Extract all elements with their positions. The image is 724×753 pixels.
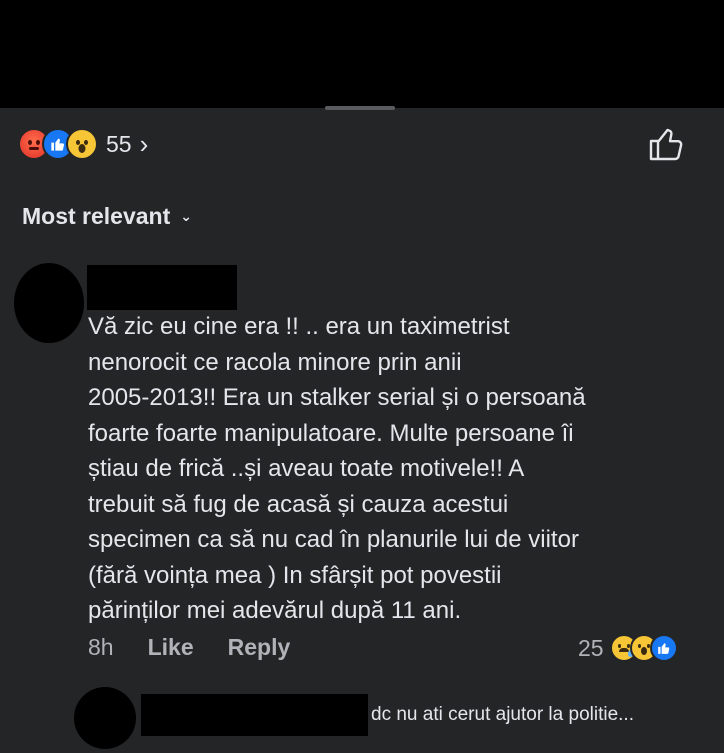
chevron-right-icon[interactable]: › [140,129,149,160]
angry-mouth [29,147,39,150]
comment-reactions[interactable]: 25 [578,634,678,662]
reply-preview[interactable]: dc nu ati cerut ajutor la politie... [371,704,634,726]
comment-reaction-count: 25 [578,634,604,661]
chevron-down-icon: ⌄ [180,208,192,224]
redacted-author-name[interactable] [87,265,237,310]
wow-eye-right [84,140,88,145]
like-outline-button[interactable] [646,124,686,164]
reply-button[interactable]: Reply [228,634,291,661]
sort-label: Most relevant [22,203,171,229]
wow-mouth [78,144,86,153]
like-button[interactable]: Like [148,634,194,661]
wow-reaction-icon [66,128,98,160]
redacted-reply-author-name[interactable] [141,694,368,736]
angry-eye-left [28,140,32,145]
thumbs-up-icon [51,138,65,151]
sad-mouth [618,648,629,652]
angry-eye-right [36,140,40,145]
wow-mouth [640,647,647,655]
comment-time: 8h [88,634,114,660]
thumbs-up-icon [657,643,669,654]
avatar[interactable] [14,263,84,343]
reaction-count[interactable]: 55 [106,131,132,158]
comment-body: Vă zic eu cine era !! .. era un taximetr… [88,313,586,624]
wow-eye-left [637,644,641,648]
like-reaction-icon [649,634,678,662]
sheet-drag-handle[interactable] [325,106,395,110]
comment-actions: 8h Like Reply [88,634,324,661]
sort-dropdown[interactable]: Most relevant ⌄ [22,203,192,230]
reply-avatar[interactable] [74,687,136,749]
reaction-summary[interactable]: 55 › [18,126,148,162]
